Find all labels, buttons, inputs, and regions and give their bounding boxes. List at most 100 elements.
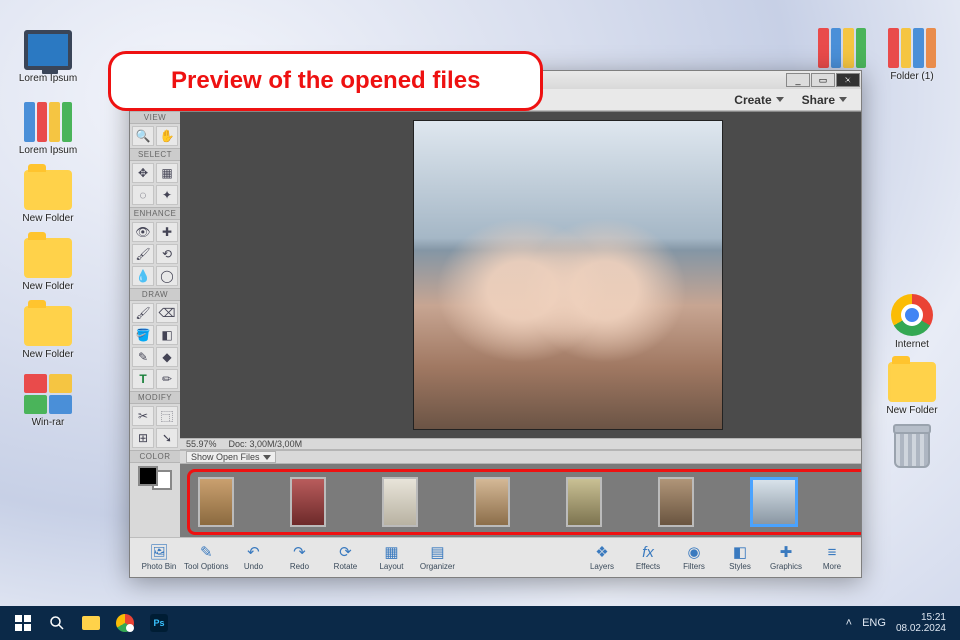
thumbnail[interactable]	[566, 477, 602, 527]
hand-tool[interactable]: ✋	[156, 126, 178, 146]
spot-heal-tool[interactable]: ✚	[156, 222, 178, 242]
desktop-icon-binders[interactable]: Lorem Ipsum	[16, 102, 80, 156]
eraser-tool[interactable]: ⌫	[156, 303, 178, 323]
folder-icon	[24, 306, 72, 346]
window-maximize-button[interactable]: ▭	[811, 73, 835, 87]
search-icon	[49, 615, 65, 631]
desktop-icon-folder[interactable]: New Folder	[16, 170, 80, 224]
chevron-down-icon	[263, 455, 271, 460]
effects-button[interactable]: fxEffects	[627, 540, 669, 576]
styles-button[interactable]: ◧Styles	[719, 540, 761, 576]
section-color: COLOR	[130, 450, 180, 463]
tool-options-icon: ✎	[197, 544, 215, 560]
taskbar-photoshop[interactable]: Ps	[142, 608, 176, 638]
desktop-icon-trash[interactable]	[880, 428, 944, 468]
desktop-icon-binders[interactable]	[810, 28, 874, 71]
bottom-toolbar: 🖼Photo Bin ✎ Tool Options ↶Undo ↷Redo ⟳Ro…	[130, 537, 861, 577]
pencil-tool[interactable]: ✏	[156, 369, 178, 389]
blur-tool[interactable]: 💧	[132, 266, 154, 286]
effects-icon: fx	[639, 544, 657, 560]
share-menu[interactable]: Share	[802, 93, 847, 107]
layers-button[interactable]: ❖Layers	[581, 540, 623, 576]
type-tool[interactable]: T	[132, 369, 154, 389]
fill-tool[interactable]: 🪣	[132, 325, 154, 345]
icon-label: Lorem Ipsum	[16, 73, 80, 84]
section-view: VIEW	[130, 111, 180, 124]
folder-icon	[82, 616, 100, 630]
content-aware-tool[interactable]: ⊞	[132, 428, 154, 448]
redo-button[interactable]: ↷Redo	[278, 540, 320, 576]
photo-bin-button[interactable]: 🖼Photo Bin	[138, 540, 180, 576]
annotation-text: Preview of the opened files	[171, 67, 480, 94]
share-label: Share	[802, 93, 835, 107]
icon-label: New Folder	[16, 281, 80, 292]
btn-label: Tool Options	[184, 562, 228, 571]
lasso-tool[interactable]: ◌	[132, 185, 154, 205]
desktop-icon-pc[interactable]: Lorem Ipsum	[16, 30, 80, 84]
thumbnail[interactable]	[382, 477, 418, 527]
window-minimize-button[interactable]: _	[786, 73, 810, 87]
desktop-icon-chrome[interactable]: Internet	[880, 294, 944, 350]
show-open-files-dropdown[interactable]: Show Open Files	[186, 451, 276, 463]
marquee-tool[interactable]: ▦	[156, 163, 178, 183]
recompose-tool[interactable]: ⿹	[156, 406, 178, 426]
desktop-icon-folder[interactable]: New Folder	[16, 238, 80, 292]
annotation-callout: Preview of the opened files	[108, 51, 543, 111]
filters-button[interactable]: ◉Filters	[673, 540, 715, 576]
desktop-icon-winrar[interactable]: Win-rar	[16, 374, 80, 428]
straighten-tool[interactable]: ➘	[156, 428, 178, 448]
color-swatch[interactable]	[138, 466, 172, 490]
wand-tool[interactable]: ✦	[156, 185, 178, 205]
trash-icon	[894, 428, 930, 468]
clock-time: 15:21	[896, 612, 946, 623]
graphics-button[interactable]: ✚Graphics	[765, 540, 807, 576]
layers-icon: ❖	[593, 544, 611, 560]
smart-brush-tool[interactable]: 🖌	[132, 244, 154, 264]
start-button[interactable]	[6, 608, 40, 638]
tool-options-button[interactable]: ✎ Tool Options	[184, 540, 228, 576]
clone-tool[interactable]: ⟲	[156, 244, 178, 264]
thumbnail[interactable]	[658, 477, 694, 527]
taskbar-clock[interactable]: 15:21 08.02.2024	[896, 612, 946, 634]
more-button[interactable]: ≡More	[811, 540, 853, 576]
photo-bin-icon: 🖼	[150, 544, 168, 560]
foreground-color[interactable]	[138, 466, 158, 486]
chevron-down-icon	[776, 97, 784, 102]
layout-button[interactable]: ▦Layout	[370, 540, 412, 576]
tray-language[interactable]: ENG	[862, 617, 886, 629]
desktop: Lorem Ipsum Lorem Ipsum New Folder New F…	[0, 0, 960, 640]
binders-icon	[24, 102, 72, 142]
thumbnail-selected[interactable]	[750, 477, 798, 527]
taskbar-search[interactable]	[40, 608, 74, 638]
desktop-icon-folder[interactable]: New Folder	[880, 362, 944, 416]
brush-tool[interactable]: 🖌	[132, 303, 154, 323]
sponge-tool[interactable]: ◯	[156, 266, 178, 286]
redeye-tool[interactable]: 👁	[132, 222, 154, 242]
gradient-tool[interactable]: ◧	[156, 325, 178, 345]
taskbar-chrome[interactable]	[108, 608, 142, 638]
crop-tool[interactable]: ✂	[132, 406, 154, 426]
current-image	[413, 120, 723, 430]
desktop-icon-folder[interactable]: New Folder	[16, 306, 80, 360]
desktop-icon-binders-2[interactable]: Folder (1)	[880, 28, 944, 82]
taskbar-explorer[interactable]	[74, 608, 108, 638]
zoom-tool[interactable]: 🔍	[132, 126, 154, 146]
thumbnail[interactable]	[198, 477, 234, 527]
eyedropper-tool[interactable]: ✎	[132, 347, 154, 367]
btn-label: More	[823, 562, 841, 571]
organizer-button[interactable]: ▤Organizer	[416, 540, 458, 576]
move-tool[interactable]: ✥	[132, 163, 154, 183]
thumbnail[interactable]	[290, 477, 326, 527]
create-menu[interactable]: Create	[734, 93, 783, 107]
open-files-strip	[187, 469, 861, 535]
icon-label: Win-rar	[16, 417, 80, 428]
undo-icon: ↶	[244, 544, 262, 560]
canvas-area[interactable]	[180, 112, 861, 438]
shape-tool[interactable]: ◆	[156, 347, 178, 367]
tray-chevron[interactable]: ˄	[846, 617, 852, 629]
section-modify: MODIFY	[130, 391, 180, 404]
undo-button[interactable]: ↶Undo	[232, 540, 274, 576]
rotate-button[interactable]: ⟳Rotate	[324, 540, 366, 576]
thumbnail[interactable]	[474, 477, 510, 527]
icon-label: New Folder	[16, 213, 80, 224]
